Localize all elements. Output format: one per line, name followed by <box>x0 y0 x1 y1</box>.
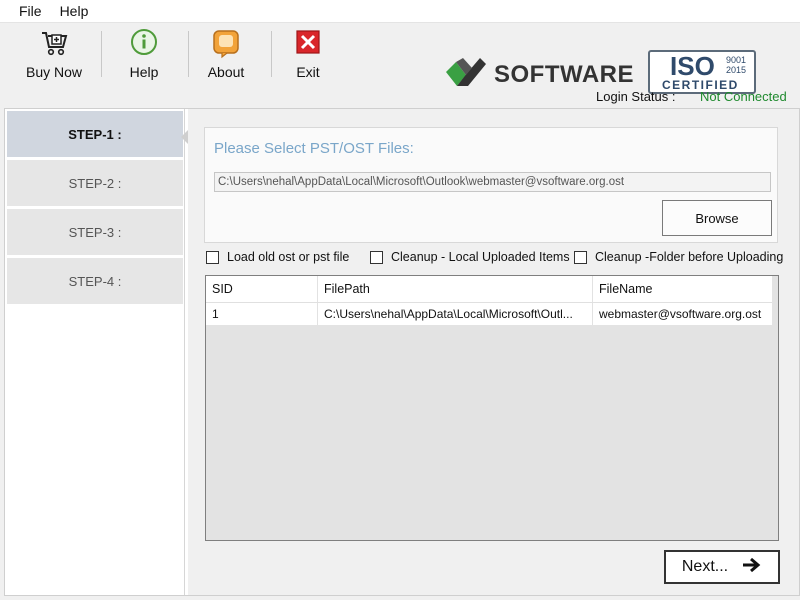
select-title: Please Select PST/OST Files: <box>214 140 414 157</box>
help-button[interactable]: Help <box>120 27 168 80</box>
menu-file[interactable]: File <box>10 0 51 22</box>
cleanup-folder-checkbox[interactable]: Cleanup -Folder before Uploading <box>574 250 783 264</box>
login-status-label: Login Status : <box>596 89 676 104</box>
column-header-sid[interactable]: SID <box>206 276 318 302</box>
step-2-label: STEP-2 : <box>68 175 122 191</box>
iso-label: ISO <box>670 51 715 81</box>
buy-now-button[interactable]: Buy Now <box>22 27 86 80</box>
table-cell-sid: 1 <box>206 303 318 325</box>
load-old-checkbox[interactable]: Load old ost or pst file <box>206 250 349 264</box>
next-label: Next... <box>681 558 729 575</box>
table-cell-filename: webmaster@vsoftware.org.ost <box>599 307 762 321</box>
step-2[interactable]: STEP-2 : <box>7 160 183 206</box>
cleanup-folder-label: Cleanup -Folder before Uploading <box>595 250 784 264</box>
exit-label: Exit <box>296 64 320 80</box>
toolbar-divider <box>271 31 272 77</box>
help-label: Help <box>129 64 159 80</box>
toolbar-divider <box>188 31 189 77</box>
brand-name: SOFTWARE <box>494 60 634 88</box>
exit-icon <box>293 27 323 62</box>
iso-year-1: 9001 <box>726 55 747 65</box>
step-4[interactable]: STEP-4 : <box>7 258 183 304</box>
toolbar-divider <box>101 31 102 77</box>
logo-icon <box>444 56 488 93</box>
arrow-right-icon <box>742 557 762 578</box>
step-1-label: STEP-1 : <box>68 126 122 142</box>
column-header-filepath[interactable]: FilePath <box>318 276 593 302</box>
iso-years: 9001 2015 <box>726 55 746 75</box>
cart-icon <box>39 27 69 62</box>
about-button[interactable]: About <box>202 27 250 80</box>
table-header: SID FilePath FileName <box>206 276 772 303</box>
table-row[interactable]: 1 C:\Users\nehal\AppData\Local\Microsoft… <box>206 303 772 325</box>
file-path-field[interactable]: C:\Users\nehal\AppData\Local\Microsoft\O… <box>214 172 771 192</box>
checkbox-box[interactable] <box>574 250 587 264</box>
exit-button[interactable]: Exit <box>288 27 328 80</box>
step-3[interactable]: STEP-3 : <box>7 209 183 255</box>
load-old-label: Load old ost or pst file <box>227 250 350 264</box>
toolbar: Buy Now Help About Exit SOFTWARE ISO 900… <box>0 22 800 108</box>
buy-now-label: Buy Now <box>25 64 83 80</box>
about-label: About <box>207 64 245 80</box>
table-cell-filepath: C:\Users\nehal\AppData\Local\Microsoft\O… <box>318 303 593 325</box>
next-button[interactable]: Next... <box>664 550 780 584</box>
files-table: SID FilePath FileName 1 C:\Users\nehal\A… <box>205 275 779 541</box>
steps-sidebar: STEP-1 : STEP-2 : STEP-3 : STEP-4 : <box>5 109 189 595</box>
about-icon <box>211 27 241 62</box>
browse-button[interactable]: Browse <box>662 200 772 236</box>
login-status-value: Not Connected <box>700 89 787 104</box>
column-header-filename[interactable]: FileName <box>593 276 772 302</box>
file-select-panel: Please Select PST/OST Files: C:\Users\ne… <box>204 127 778 243</box>
brand-logo: SOFTWARE <box>444 56 634 93</box>
cleanup-local-label: Cleanup - Local Uploaded Items <box>391 250 570 264</box>
cleanup-local-checkbox[interactable]: Cleanup - Local Uploaded Items <box>370 250 570 264</box>
menu-bar: File Help <box>0 0 800 22</box>
checkbox-box[interactable] <box>206 250 219 264</box>
work-area: STEP-1 : STEP-2 : STEP-3 : STEP-4 : Plea… <box>4 108 800 596</box>
step-4-label: STEP-4 : <box>68 273 122 289</box>
info-icon <box>129 27 159 62</box>
step-3-label: STEP-3 : <box>68 224 122 240</box>
iso-year-2: 2015 <box>726 65 747 75</box>
step-content: Please Select PST/OST Files: C:\Users\ne… <box>188 109 799 595</box>
step-1[interactable]: STEP-1 : <box>7 111 183 157</box>
iso-certified-badge: ISO 9001 2015 CERTIFIED <box>648 50 756 94</box>
menu-help[interactable]: Help <box>51 0 98 22</box>
checkbox-box[interactable] <box>370 250 383 264</box>
